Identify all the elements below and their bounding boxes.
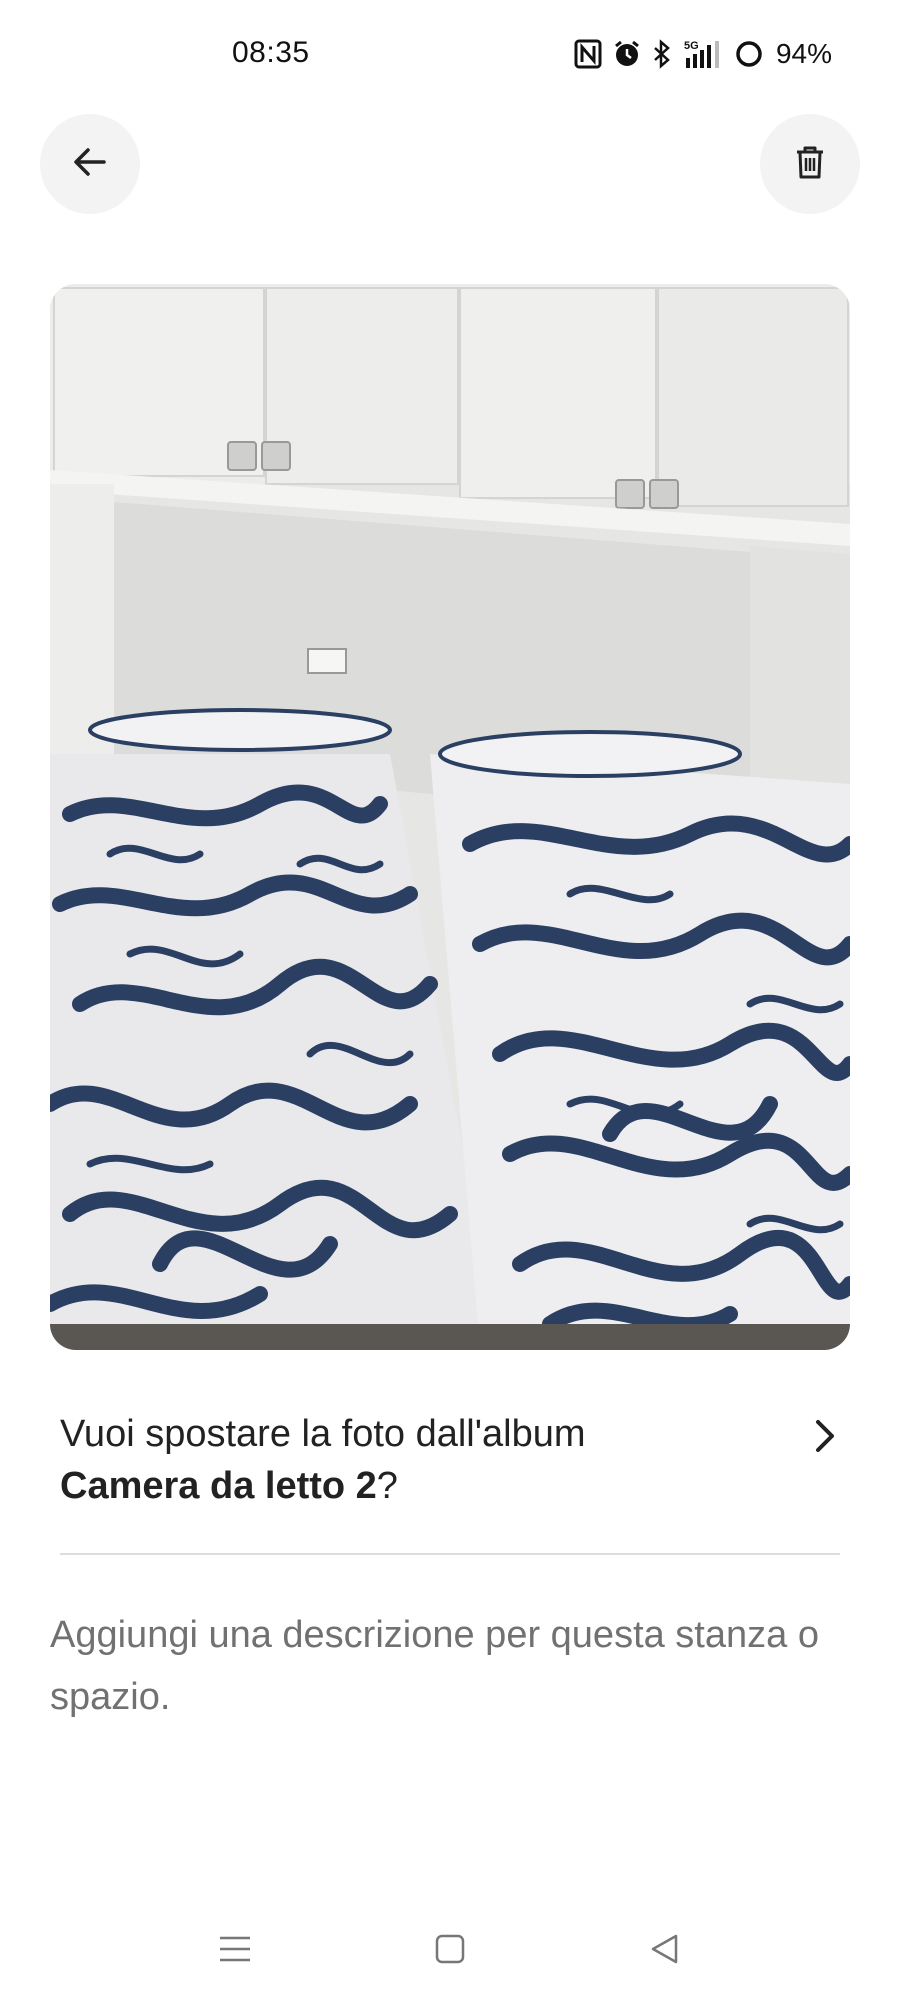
twin-beds-photo (50, 284, 850, 1350)
status-bar: 08:35 5G 94% (0, 0, 900, 110)
trash-icon (790, 142, 830, 187)
room-photo[interactable] (50, 284, 850, 1350)
album-name: Camera da letto 2 (60, 1465, 377, 1507)
arrow-left-icon (70, 142, 110, 187)
home-icon (433, 1932, 467, 1971)
move-album-prefix: Vuoi spostare la foto dall'album (60, 1413, 586, 1455)
move-album-suffix: ? (376, 1465, 398, 1507)
svg-text:5G: 5G (684, 40, 699, 52)
status-time: 08:35 (232, 36, 310, 69)
nfc-icon (574, 39, 602, 69)
menu-button[interactable] (210, 1926, 260, 1976)
move-album-row[interactable]: Vuoi spostare la foto dall'album Camera … (60, 1408, 840, 1518)
chevron-right-icon (810, 1416, 840, 1461)
battery-percentage: 94% (775, 38, 832, 69)
system-back-button[interactable] (640, 1926, 690, 1976)
move-album-text: Vuoi spostare la foto dall'album Camera … (60, 1408, 760, 1512)
system-nav-bar (0, 1900, 900, 2000)
menu-icon (218, 1932, 252, 1971)
back-button[interactable] (40, 114, 140, 214)
bluetooth-icon (652, 39, 672, 69)
alarm-icon (612, 39, 642, 69)
back-triangle-icon (648, 1932, 682, 1971)
divider (60, 1553, 840, 1555)
delete-button[interactable] (760, 114, 860, 214)
battery-icon (734, 39, 764, 69)
signal-5g-icon: 5G (682, 38, 724, 70)
home-button[interactable] (425, 1926, 475, 1976)
status-icons: 5G 94% (574, 36, 832, 72)
description-input[interactable]: Aggiungi una descrizione per questa stan… (50, 1604, 830, 1728)
